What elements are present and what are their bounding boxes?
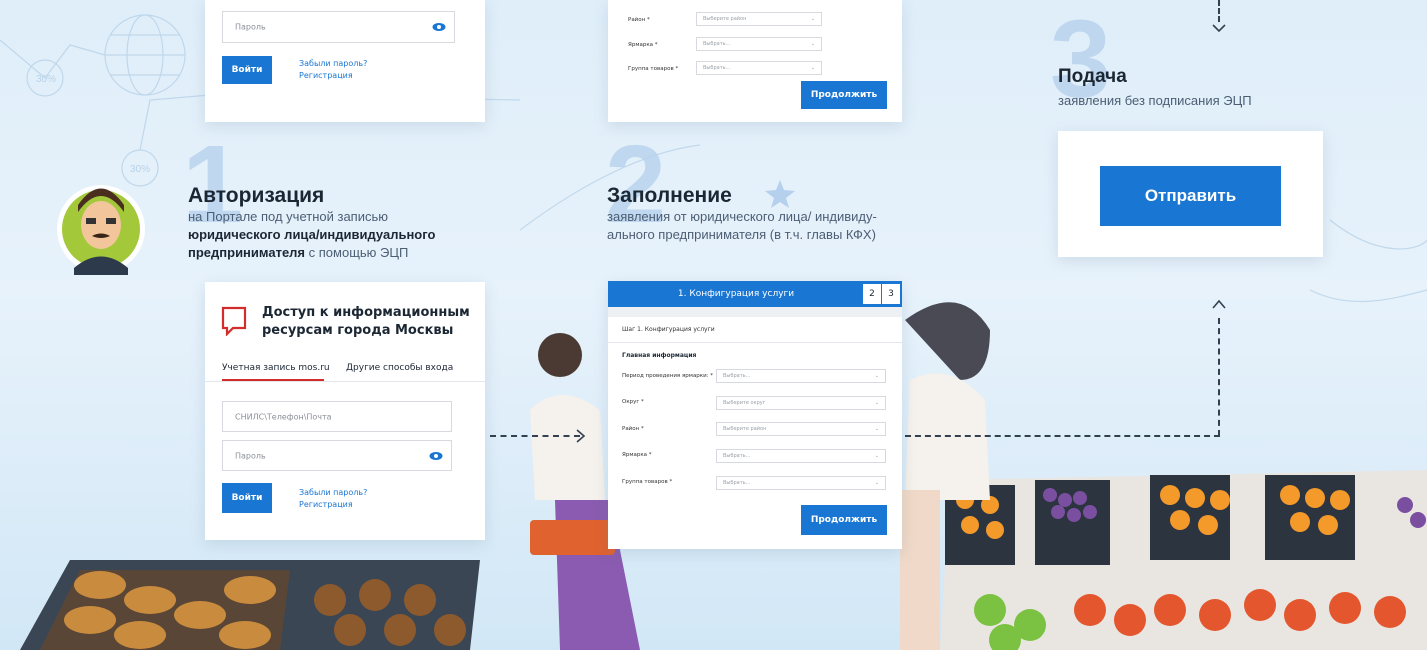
select-value: Выбрать... <box>723 453 751 459</box>
select-district[interactable]: Выберите район ⌄ <box>716 422 886 436</box>
tab-other-methods[interactable]: Другие способы входа <box>346 363 453 373</box>
step-2-tab[interactable]: 2 <box>863 284 881 304</box>
form-card-top: Район * Выберите район ⌄ Ярмарка * Выбрат… <box>608 0 902 122</box>
login-title-line2: ресурсам города Москвы <box>262 323 454 338</box>
select-period[interactable]: Выбрать... ⌄ <box>716 369 886 383</box>
label-district: Район * <box>622 426 644 432</box>
forgot-password-link[interactable]: Забыли пароль? <box>299 487 367 498</box>
chevron-down-icon: ⌄ <box>874 373 879 379</box>
service-form-card: 1. Конфигурация услуги 2 3 Шаг 1. Конфиг… <box>608 281 902 549</box>
step-header-title: 1. Конфигурация услуги <box>677 289 795 299</box>
continue-button-top[interactable]: Продолжить <box>801 81 887 109</box>
form-step-header: 1. Конфигурация услуги 2 3 <box>608 281 902 307</box>
form-subheader-strip <box>608 307 902 317</box>
eye-icon[interactable] <box>429 451 443 461</box>
tabs-divider <box>205 381 485 382</box>
avatar <box>57 185 145 273</box>
select-goods-group[interactable]: Выбрать... ⌄ <box>716 476 886 490</box>
percent-badge-a: 30% <box>36 74 56 85</box>
select-value: Выберите район <box>723 426 767 432</box>
step-1-title: Авторизация <box>188 184 325 207</box>
form-top-label-district: Район * <box>628 17 650 23</box>
login-card-title: Доступ к информационным ресурсам города … <box>262 304 470 340</box>
continue-button[interactable]: Продолжить <box>801 505 887 535</box>
label-period: Период проведения ярмарки: * <box>622 373 714 379</box>
login-card: Доступ к информационным ресурсам города … <box>205 282 485 540</box>
select-district-top[interactable]: Выберите район ⌄ <box>696 12 822 26</box>
select-value: Выбрать... <box>723 373 751 379</box>
password-placeholder: Пароль <box>235 451 266 460</box>
login-placeholder: СНИЛС\Телефон\Почта <box>235 412 332 421</box>
chevron-down-icon: ⌄ <box>810 41 815 47</box>
percent-badge-b: 30% <box>130 164 150 175</box>
arrow-up-icon <box>1212 299 1226 309</box>
form-divider <box>608 342 902 343</box>
step-1-line1: на Портале под учетной записью <box>188 209 389 224</box>
login-field[interactable]: СНИЛС\Телефон\Почта <box>222 401 452 432</box>
login-button-top[interactable]: Войти <box>222 56 272 84</box>
chevron-down-icon: ⌄ <box>810 65 815 71</box>
step-1-line3-bold: предпринимателя <box>188 245 306 260</box>
chevron-down-icon: ⌄ <box>874 480 879 486</box>
select-value: Выбрать... <box>703 41 731 47</box>
step-2-description: заявления от юридического лица/ индивиду… <box>607 208 937 244</box>
mos-logo-icon <box>221 306 247 336</box>
chevron-down-icon: ⌄ <box>810 16 815 22</box>
step-3-title: Подача <box>1058 66 1127 87</box>
chevron-down-icon: ⌄ <box>874 426 879 432</box>
register-link-top[interactable]: Регистрация <box>299 70 353 81</box>
flow-line-top <box>1218 0 1220 22</box>
label-goods-group: Группа товаров * <box>622 479 673 485</box>
login-card-top: Пароль Войти Забыли пароль? Регистрация <box>205 0 485 122</box>
password-field-top[interactable]: Пароль <box>222 11 455 43</box>
step-caption: Шаг 1. Конфигурация услуги <box>622 326 715 333</box>
chevron-down-icon: ⌄ <box>874 400 879 406</box>
step-1-description: на Портале под учетной записью юридическ… <box>188 208 488 262</box>
flow-line-2-to-3 <box>905 435 1220 437</box>
select-fair[interactable]: Выбрать... ⌄ <box>716 449 886 463</box>
forgot-password-link-top[interactable]: Забыли пароль? <box>299 58 367 69</box>
step-3-tab[interactable]: 3 <box>882 284 900 304</box>
password-placeholder: Пароль <box>235 22 266 32</box>
select-fair-top[interactable]: Выбрать... ⌄ <box>696 37 822 51</box>
chevron-down-icon: ⌄ <box>874 453 879 459</box>
submit-card: Отправить <box>1058 131 1323 257</box>
select-group-top[interactable]: Выбрать... ⌄ <box>696 61 822 75</box>
section-title: Главная информация <box>622 352 697 359</box>
arrow-right-icon <box>576 429 586 443</box>
flow-line-1-to-2 <box>490 435 580 437</box>
arrow-down-icon <box>1212 24 1226 33</box>
form-top-label-fair: Ярмарка * <box>628 42 658 48</box>
step-2-line2: ального предпринимателя (в т.ч. главы КФ… <box>607 227 876 242</box>
form-top-label-group: Группа товаров * <box>628 66 679 72</box>
select-value: Выберите район <box>703 16 747 22</box>
select-value: Выбрать... <box>723 480 751 486</box>
step-2-title: Заполнение <box>607 184 732 207</box>
select-value: Выберите округ <box>723 400 766 406</box>
submit-button[interactable]: Отправить <box>1100 166 1281 226</box>
select-value: Выбрать... <box>703 65 731 71</box>
login-button[interactable]: Войти <box>222 483 272 513</box>
eye-icon[interactable] <box>432 22 446 32</box>
password-field[interactable]: Пароль <box>222 440 452 471</box>
step-2-line1: заявления от юридического лица/ индивиду… <box>607 209 877 224</box>
register-link[interactable]: Регистрация <box>299 499 353 510</box>
step-3-description: заявления без подписания ЭЦП <box>1058 93 1252 108</box>
label-fair: Ярмарка * <box>622 452 652 458</box>
flow-line-up <box>1218 318 1220 436</box>
step-1-line3-rest: с помощью ЭЦП <box>305 245 409 260</box>
label-okrug: Округ * <box>622 399 644 405</box>
login-title-line1: Доступ к информационным <box>262 305 470 320</box>
select-okrug[interactable]: Выберите округ ⌄ <box>716 396 886 410</box>
step-1-line2: юридического лица/индивидуального <box>188 227 436 242</box>
tab-mosru-account[interactable]: Учетная запись mos.ru <box>222 363 330 373</box>
